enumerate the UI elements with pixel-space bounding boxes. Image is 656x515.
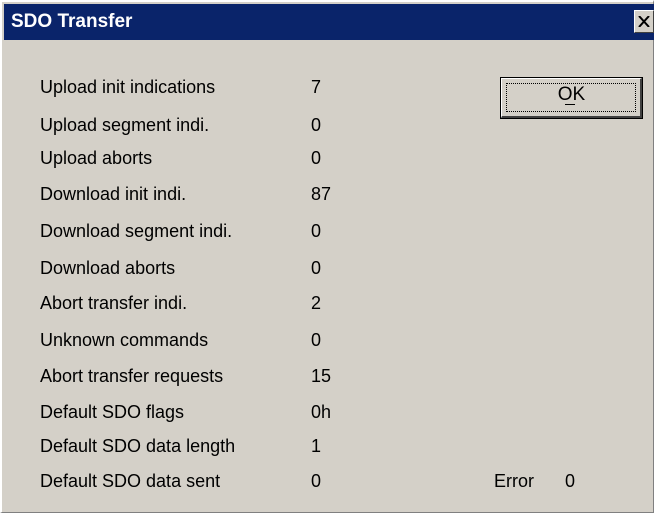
stat-value-download-aborts: 0 bbox=[311, 258, 322, 278]
title-bar[interactable]: SDO Transfer bbox=[4, 4, 654, 40]
stat-value-upload-segment-indi: 0 bbox=[311, 115, 322, 135]
stat-label-abort-transfer-indi: Abort transfer indi. bbox=[40, 293, 188, 313]
stat-value-default-sdo-data-length: 1 bbox=[311, 436, 322, 456]
stat-value-default-sdo-flags: 0h bbox=[311, 402, 332, 422]
stat-label-default-sdo-data-sent: Default SDO data sent bbox=[40, 471, 221, 491]
ok-mnemonic-underline bbox=[565, 104, 575, 105]
close-x-icon bbox=[638, 16, 650, 27]
error-value: 0 bbox=[565, 471, 576, 491]
stat-value-upload-aborts: 0 bbox=[311, 148, 322, 168]
stat-value-default-sdo-data-sent: 0 bbox=[311, 471, 322, 491]
stat-label-upload-init-indications: Upload init indications bbox=[40, 77, 216, 97]
stat-label-abort-transfer-requests: Abort transfer requests bbox=[40, 366, 224, 386]
window-title: SDO Transfer bbox=[11, 11, 133, 32]
stat-label-default-sdo-flags: Default SDO flags bbox=[40, 402, 185, 422]
stat-value-unknown-commands: 0 bbox=[311, 330, 322, 350]
stat-value-upload-init-indications: 7 bbox=[311, 77, 322, 97]
stat-value-abort-transfer-requests: 15 bbox=[311, 366, 332, 386]
error-label: Error bbox=[494, 471, 534, 491]
stat-label-default-sdo-data-length: Default SDO data length bbox=[40, 436, 236, 456]
stat-label-upload-segment-indi: Upload segment indi. bbox=[40, 115, 210, 135]
close-button[interactable] bbox=[634, 10, 654, 33]
stat-value-download-init-indi: 87 bbox=[311, 184, 332, 204]
stat-label-unknown-commands: Unknown commands bbox=[40, 330, 209, 350]
stat-label-download-init-indi: Download init indi. bbox=[40, 184, 187, 204]
stat-value-abort-transfer-indi: 2 bbox=[311, 293, 322, 313]
stat-label-upload-aborts: Upload aborts bbox=[40, 148, 153, 168]
stat-value-download-segment-indi: 0 bbox=[311, 221, 322, 241]
stat-label-download-aborts: Download aborts bbox=[40, 258, 176, 278]
stat-label-download-segment-indi: Download segment indi. bbox=[40, 221, 233, 241]
sdo-transfer-dialog: SDO Transfer Upload init indications 7 U… bbox=[0, 0, 654, 513]
ok-button[interactable]: OK bbox=[500, 77, 643, 119]
